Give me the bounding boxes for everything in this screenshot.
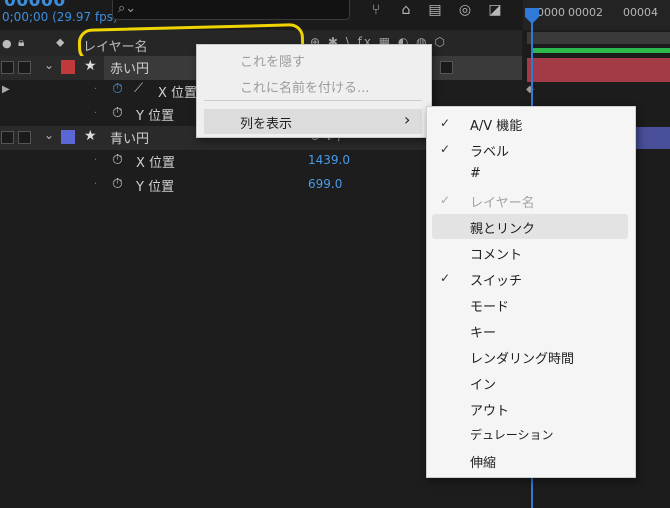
check-icon: ✓ (440, 116, 451, 130)
lock-toggle[interactable] (18, 61, 31, 74)
chevron-right-icon: › (404, 110, 411, 129)
video-toggle[interactable] (1, 61, 14, 74)
stopwatch-icon[interactable]: ⏱ (112, 81, 123, 97)
graph-editor-icon[interactable]: ◪ (485, 2, 505, 20)
menu-item-rename[interactable]: これに名前を付ける... (240, 77, 369, 96)
menu-item-hide[interactable]: これを隠す (240, 51, 305, 70)
submenu-item-av-features[interactable]: A/V 機能 (470, 115, 522, 134)
layer-name[interactable]: 赤い円 (110, 58, 149, 77)
property-value[interactable]: 1439.0 (308, 153, 350, 167)
stopwatch-icon[interactable]: ⏱ (112, 152, 123, 168)
av-features-icon[interactable]: ● (2, 37, 12, 50)
check-icon: ✓ (440, 142, 451, 156)
submenu-item-out[interactable]: アウト (470, 400, 509, 419)
submenu-item-layer-name[interactable]: レイヤー名 (470, 192, 535, 211)
frame-blending-icon[interactable]: ▤ (425, 2, 445, 20)
chevron-down-icon[interactable]: ⌄ (44, 128, 54, 142)
ruler-label: 00002 (568, 6, 603, 19)
menu-item-show-columns[interactable]: 列を表示 (240, 113, 292, 132)
shape-layer-star-icon: ★ (84, 58, 97, 74)
keyframe-nav-icon[interactable]: ▶ (2, 84, 10, 95)
submenu-item-mode[interactable]: モード (470, 296, 509, 315)
video-toggle[interactable] (1, 131, 14, 144)
motion-blur-icon[interactable]: ◎ (455, 2, 475, 20)
submenu-item-label[interactable]: ラベル (470, 141, 509, 160)
composition-flowchart-icon[interactable]: ⑂ (366, 2, 386, 20)
search-icon: ⌕⌄ (118, 1, 137, 16)
check-icon: ✓ (440, 271, 451, 285)
submenu-item-number[interactable]: # (470, 166, 481, 181)
bullet: · (94, 179, 98, 190)
switch-box[interactable] (440, 61, 453, 74)
columns-submenu (426, 106, 636, 478)
stopwatch-icon[interactable]: ⏱ (112, 176, 123, 192)
bullet: · (94, 155, 98, 166)
graph-icon[interactable]: ⟋ (134, 81, 143, 96)
bullet: · (94, 108, 98, 119)
property-label: Y 位置 (136, 180, 175, 195)
label-color-swatch[interactable] (61, 130, 75, 144)
submenu-item-in[interactable]: イン (470, 374, 496, 393)
submenu-item-keys[interactable]: キー (470, 322, 496, 341)
submenu-item-comment[interactable]: コメント (470, 244, 522, 263)
property-label: X 位置 (158, 86, 198, 101)
chevron-down-icon[interactable]: ⌄ (44, 58, 54, 72)
ruler-label: 00004 (623, 6, 658, 19)
work-area-bar[interactable] (527, 32, 670, 44)
render-cache-bar (531, 48, 670, 53)
submenu-item-stretch[interactable]: 伸縮 (470, 452, 496, 471)
shy-layers-icon[interactable]: ⌂ (396, 2, 416, 20)
label-tag-icon[interactable]: ⬥ (56, 35, 64, 50)
lock-icon[interactable]: 🔒︎ (18, 35, 24, 50)
submenu-item-switches[interactable]: スイッチ (470, 270, 522, 289)
bullet: · (94, 84, 98, 95)
search-input[interactable] (112, 0, 350, 20)
submenu-item-duration[interactable]: デュレーション (470, 426, 554, 443)
lock-toggle[interactable] (18, 131, 31, 144)
label-color-swatch[interactable] (61, 60, 75, 74)
menu-item-show-columns-bg (204, 109, 422, 134)
shape-layer-star-icon: ★ (84, 128, 97, 144)
property-value[interactable]: 699.0 (308, 177, 342, 191)
property-label: Y 位置 (136, 109, 175, 124)
submenu-item-render-time[interactable]: レンダリング時間 (470, 348, 574, 367)
submenu-item-parent-link[interactable]: 親とリンク (470, 218, 535, 237)
fps-readout: 0;00;00 (29.97 fps) (2, 10, 118, 24)
menu-divider (204, 100, 422, 101)
layer-name[interactable]: 青い円 (110, 128, 149, 147)
layer-bar-red[interactable] (527, 58, 670, 82)
property-label: X 位置 (136, 156, 176, 171)
check-icon: ✓ (440, 193, 451, 207)
stopwatch-icon[interactable]: ⏱ (112, 105, 123, 121)
